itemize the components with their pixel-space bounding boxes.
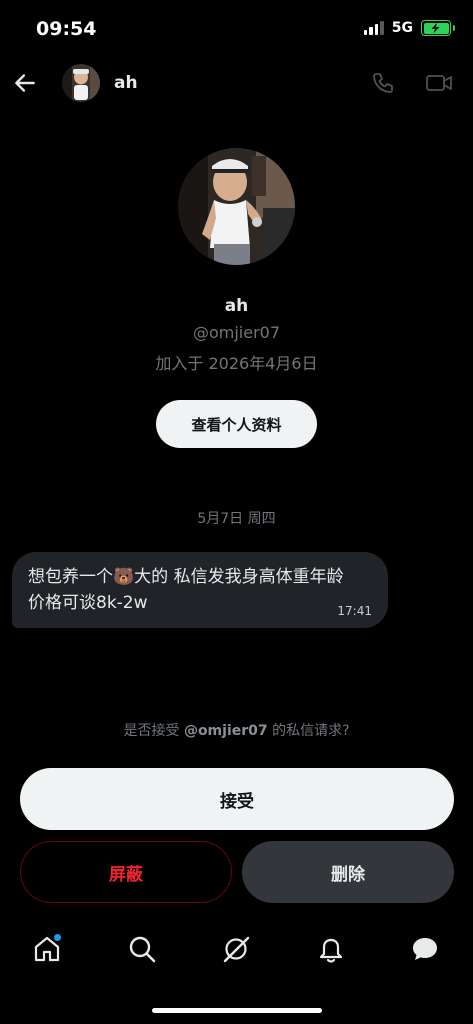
signal-icon [363,21,384,35]
video-camera-icon[interactable] [425,71,453,95]
profile-joined-date: 加入于 2026年4月6日 [155,354,318,373]
profile-handle: @omjier07 [192,323,281,342]
request-prompt-handle: @omjier07 [183,723,268,739]
home-notification-dot [54,934,61,941]
status-indicators: 5G [363,20,455,36]
accept-button[interactable]: 接受 [20,768,454,830]
header-avatar[interactable] [62,64,100,102]
request-prompt-suffix: 的私信请求? [267,723,350,739]
request-prompt-prefix: 是否接受 [123,723,184,739]
home-indicator [152,1008,322,1013]
date-divider: 5月7日 周四 [197,511,276,527]
profile-name: ah [224,296,249,316]
bottom-nav [0,920,473,990]
message-request-prompt: 是否接受 @omjier07 的私信请求? [0,720,473,740]
search-icon[interactable] [127,934,157,964]
status-bar: 09:54 5G [0,0,473,60]
battery-charging-icon [421,20,455,36]
message-timestamp: 17:41 [337,604,372,618]
messages-icon[interactable] [410,934,440,964]
bell-icon[interactable] [316,934,346,964]
grok-icon[interactable] [221,934,251,964]
conversation-header: ah [0,60,473,110]
status-time: 09:54 [36,18,97,40]
delete-button[interactable]: 删除 [242,841,454,903]
network-label: 5G [391,20,413,36]
arrow-left-icon[interactable] [12,70,38,96]
profile-avatar[interactable] [178,148,295,265]
block-button[interactable]: 屏蔽 [20,841,232,903]
message-text: 想包养一个🐻大的 私信发我身高体重年龄 价格可谈8k-2w [28,567,344,613]
view-profile-button[interactable]: 查看个人资料 [156,400,317,448]
message-bubble[interactable]: 想包养一个🐻大的 私信发我身高体重年龄 价格可谈8k-2w 17:41 [12,552,388,628]
header-name[interactable]: ah [114,73,138,93]
phone-icon[interactable] [371,71,395,95]
